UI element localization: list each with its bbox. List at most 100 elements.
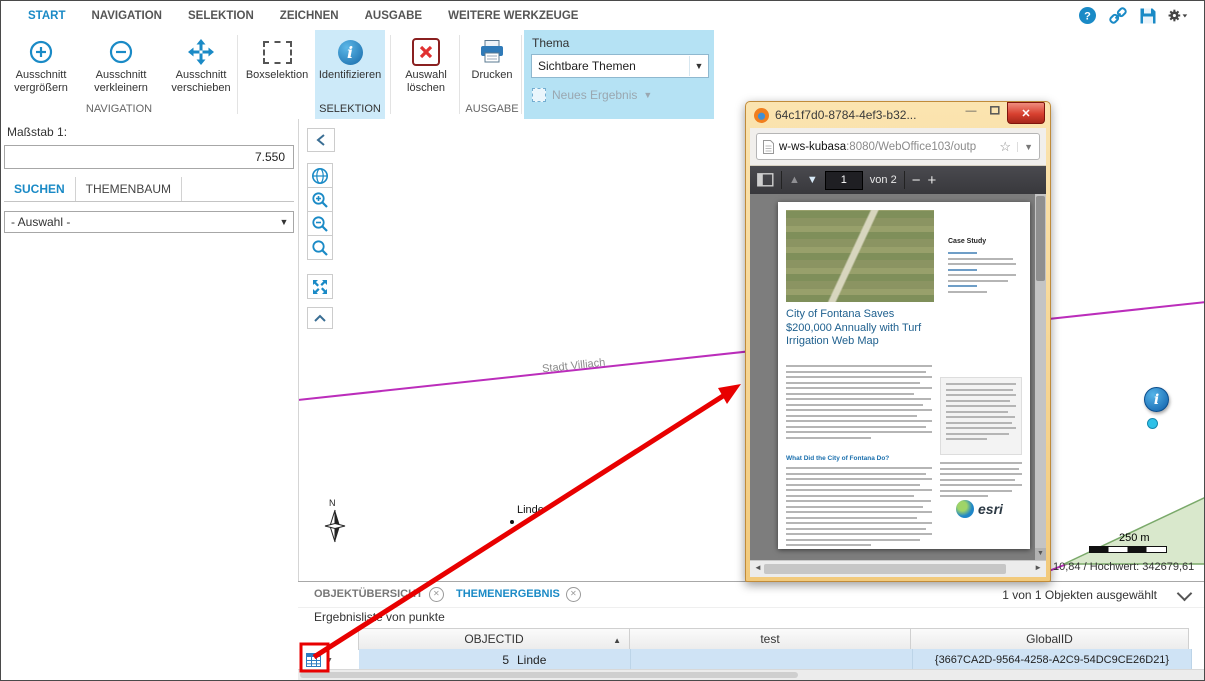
case-study-info-lines	[948, 252, 1016, 296]
clear-selection-x-icon	[412, 38, 440, 66]
overview-globe-button[interactable]	[307, 163, 333, 188]
pdf-toolbar: ▲ ▼ von 2 − +	[750, 166, 1046, 194]
page-count-label: von 2	[870, 174, 897, 186]
menu-navigation[interactable]: NAVIGATION	[78, 2, 175, 30]
hscrollbar-thumb[interactable]	[764, 564, 1006, 574]
group-label-selektion: SELEKTION	[315, 103, 385, 115]
zoom-in-icon	[27, 36, 55, 68]
map-zoom-out-button[interactable]	[307, 211, 333, 236]
result-tabs: OBJEKTÜBERSICHT ✕ THEMENERGEBNIS ✕ 1 von…	[298, 582, 1204, 608]
document-icon	[763, 140, 774, 154]
url-dropdown-caret-icon[interactable]: ▼	[1017, 142, 1033, 152]
row-actions-caret-icon[interactable]: ▼	[326, 657, 333, 664]
sidebar-tabs: SUCHEN THEMENBAUM	[4, 177, 294, 202]
menu-start[interactable]: START	[15, 2, 78, 30]
column-header-objectid[interactable]: OBJECTID ▲	[358, 628, 630, 650]
tab-themenergebnis[interactable]: THEMENERGEBNIS ✕	[456, 582, 581, 607]
document-subheading: What Did the City of Fontana Do?	[786, 455, 889, 462]
esri-logo: esri	[956, 500, 1003, 518]
massstab-label: Maßstab 1:	[7, 125, 67, 139]
app-window-icons: ?	[1077, 5, 1188, 26]
maximize-button[interactable]	[983, 102, 1007, 119]
link-icon[interactable]	[1107, 5, 1128, 26]
map-zoom-in-button[interactable]	[307, 187, 333, 212]
neues-ergebnis-caret-icon: ▼	[643, 90, 652, 100]
toolbar-collapse-up-button[interactable]	[307, 307, 333, 329]
address-bar-row: w-ws-kubasa:8080/WebOffice103/outp ☆ ▼	[750, 128, 1046, 166]
coordinate-readout: 10,84 / Hochwert: 342679,61	[1053, 561, 1194, 573]
url-input[interactable]: w-ws-kubasa:8080/WebOffice103/outp ☆ ▼	[756, 133, 1040, 160]
pan-button[interactable]: Ausschnitt verschieben	[167, 32, 235, 95]
zoom-out-button[interactable]: Ausschnitt verkleinern	[87, 32, 155, 95]
help-icon[interactable]: ?	[1077, 5, 1098, 26]
previous-page-button[interactable]: ▲	[789, 174, 800, 186]
neues-ergebnis-icon	[532, 88, 546, 102]
scroll-right-arrow[interactable]: ►	[1034, 563, 1042, 572]
menu-selektion[interactable]: SELEKTION	[175, 2, 267, 30]
menu-ausgabe[interactable]: AUSGABE	[352, 2, 436, 30]
body-text-column	[786, 365, 932, 442]
weboffice-app: START NAVIGATION SELEKTION ZEICHNEN AUSG…	[0, 0, 1205, 681]
sidebar-collapse-button[interactable]	[307, 128, 335, 152]
point-feature-dot	[510, 520, 514, 524]
full-extent-button[interactable]	[307, 274, 333, 299]
neues-ergebnis-toggle[interactable]: Neues Ergebnis ▼	[532, 88, 652, 102]
tab-themenbaum[interactable]: THEMENBAUM	[76, 177, 182, 201]
close-tab-icon[interactable]: ✕	[566, 587, 581, 602]
zoom-in-pdf-button[interactable]: +	[927, 173, 936, 188]
close-button[interactable]: ✕	[1007, 102, 1045, 124]
zoom-out-pdf-button[interactable]: −	[912, 173, 921, 188]
thema-label: Thema	[532, 36, 569, 50]
pdf-popup-window: 64c1f7d0-8784-4ef3-b32... — ✕ w-ws-kubas…	[745, 101, 1051, 582]
massstab-input[interactable]	[4, 145, 294, 169]
panel-expand-chevron-icon[interactable]	[1177, 586, 1193, 602]
settings-gear-icon[interactable]	[1167, 5, 1188, 26]
box-select-button[interactable]: Boxselektion	[241, 32, 313, 82]
tab-objektuebersicht[interactable]: OBJEKTÜBERSICHT ✕	[314, 582, 444, 607]
save-icon[interactable]	[1137, 5, 1158, 26]
auswahl-dropdown-value: - Auswahl -	[5, 215, 275, 229]
scrollbar-down-arrow[interactable]: ▼	[1035, 548, 1046, 560]
page-number-input[interactable]	[825, 171, 863, 190]
result-list-label: Ergebnisliste von punkte	[314, 610, 445, 624]
scroll-left-arrow[interactable]: ◄	[754, 563, 762, 572]
auswahl-dropdown[interactable]: - Auswahl - ▼	[4, 211, 294, 233]
url-host: w-ws-kubasa	[779, 141, 846, 153]
search-sidebar: Maßstab 1: SUCHEN THEMENBAUM - Auswahl -…	[1, 119, 299, 680]
menu-zeichnen[interactable]: ZEICHNEN	[267, 2, 352, 30]
table-hscrollbar-thumb[interactable]	[300, 672, 798, 678]
pdf-vertical-scrollbar[interactable]: ▼	[1035, 194, 1046, 560]
close-tab-icon[interactable]: ✕	[429, 587, 444, 602]
print-button[interactable]: Drucken	[463, 32, 521, 82]
thema-dropdown-value: Sichtbare Themen	[532, 59, 689, 73]
sidebar-toggle-icon[interactable]	[757, 173, 774, 187]
thema-panel: Thema Sichtbare Themen ▼ Neues Ergebnis …	[524, 30, 714, 119]
thema-dropdown[interactable]: Sichtbare Themen ▼	[531, 54, 709, 78]
scale-bar	[1089, 546, 1167, 553]
tab-suchen[interactable]: SUCHEN	[4, 177, 76, 201]
zoom-window-button[interactable]	[307, 235, 333, 260]
table-horizontal-scrollbar[interactable]	[298, 669, 1204, 680]
next-page-button[interactable]: ▼	[807, 174, 818, 186]
clear-selection-button[interactable]: Auswahl löschen	[394, 32, 458, 95]
point-feature-label: Linde	[517, 504, 544, 516]
compass-n-label: N	[329, 498, 336, 508]
result-table-icon[interactable]	[306, 653, 323, 668]
thema-dropdown-caret-icon: ▼	[689, 56, 708, 76]
group-label-ausgabe: AUSGABE	[463, 103, 521, 115]
menu-weitere-werkzeuge[interactable]: WEITERE WERKZEUGE	[435, 2, 591, 30]
minimize-button[interactable]: —	[959, 102, 983, 119]
scrollbar-thumb[interactable]	[1036, 196, 1045, 281]
identify-result-marker[interactable]: i	[1144, 387, 1169, 412]
column-header-globalid[interactable]: GlobalID	[910, 628, 1189, 650]
auswahl-dropdown-caret-icon: ▼	[275, 217, 293, 227]
zoom-in-button[interactable]: Ausschnitt vergrößern	[7, 32, 75, 95]
body-text-column-2	[786, 467, 932, 550]
boundary-label: Stadt Villiach	[542, 357, 606, 376]
popup-window-controls: — ✕	[959, 102, 1045, 124]
column-header-test[interactable]: test	[629, 628, 911, 650]
identify-button[interactable]: i Identifizieren SELEKTION	[315, 30, 385, 119]
bookmark-star-icon[interactable]: ☆	[999, 139, 1011, 155]
pdf-horizontal-scrollbar[interactable]: ◄ ►	[750, 560, 1046, 577]
pdf-viewport: Case Study City of Fontana Saves $200,00…	[750, 194, 1046, 560]
